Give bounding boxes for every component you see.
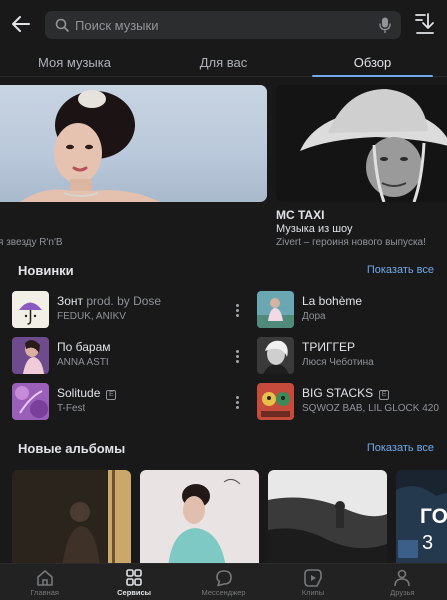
- new-albums-show-all-link[interactable]: Показать все: [367, 442, 434, 454]
- track-more-icon[interactable]: [232, 394, 242, 412]
- album-partial-cover-text: ГО: [420, 505, 447, 528]
- track-artist: SQWOZ BAB, LIL GLOCK 420: [302, 403, 439, 414]
- track-cover: [12, 337, 49, 374]
- track-item[interactable]: По барам ANNA ASTI: [12, 336, 222, 376]
- search-input[interactable]: [75, 11, 365, 39]
- home-icon: [36, 570, 53, 586]
- explicit-badge-icon: E: [106, 390, 117, 400]
- track-more-icon[interactable]: [232, 302, 242, 320]
- banner-carousel: я звезду R'n'B MC TAXI Музыка из шоу Ziv…: [0, 85, 447, 255]
- tab-overview[interactable]: Обзор: [298, 50, 447, 77]
- banner-mc-taxi-description: Zivert – героиня нового выпуска!: [276, 237, 426, 248]
- track-item[interactable]: ТРИГГЕР Люся Чеботина: [257, 336, 447, 376]
- clips-icon: [304, 569, 322, 587]
- friends-icon: [394, 569, 411, 587]
- banner-rnb-description: я звезду R'n'B: [0, 237, 63, 248]
- track-title: La bohème: [302, 294, 363, 308]
- new-releases-title: Новинки: [18, 263, 74, 278]
- banner-mc-taxi-title[interactable]: MC TAXI: [276, 208, 324, 222]
- album-cover[interactable]: [268, 470, 387, 567]
- bottom-navigation: Главная Сервисы Мессенджер Клипы Друзья: [0, 563, 447, 600]
- new-releases-show-all-link[interactable]: Показать все: [367, 264, 434, 276]
- track-title: Solitude E: [57, 386, 117, 400]
- track-cover: [12, 291, 49, 328]
- track-item[interactable]: La bohème Дора: [257, 290, 447, 330]
- nav-clips[interactable]: Клипы: [268, 564, 357, 600]
- nav-messenger-label: Мессенджер: [201, 588, 246, 597]
- banner-rnb-image[interactable]: [0, 85, 267, 202]
- track-title: Зонт prod. by Dose: [57, 294, 162, 308]
- banner-mc-taxi-subtitle: Музыка из шоу: [276, 223, 353, 235]
- nav-friends-label: Друзья: [390, 588, 415, 597]
- track-cover: [257, 383, 294, 420]
- download-icon[interactable]: [413, 12, 435, 36]
- nav-messenger[interactable]: Мессенджер: [179, 564, 268, 600]
- track-artist: ANNA ASTI: [57, 357, 109, 368]
- nav-friends[interactable]: Друзья: [358, 564, 447, 600]
- services-icon: [126, 569, 142, 586]
- track-item[interactable]: Зонт prod. by Dose FEDUK, ANIKV: [12, 290, 222, 330]
- track-cover: [257, 337, 294, 374]
- track-artist: FEDUK, ANIKV: [57, 311, 126, 322]
- tab-my-music[interactable]: Моя музыка: [0, 50, 149, 76]
- nav-clips-label: Клипы: [301, 588, 325, 597]
- nav-services-label: Сервисы: [117, 588, 152, 597]
- nav-home-label: Главная: [30, 588, 59, 597]
- header: [0, 0, 447, 50]
- microphone-icon[interactable]: [379, 17, 391, 33]
- album-cover[interactable]: [140, 470, 259, 567]
- track-cover: [12, 383, 49, 420]
- back-arrow-icon[interactable]: [10, 13, 32, 35]
- track-cover: [257, 291, 294, 328]
- new-albums-title: Новые альбомы: [18, 441, 126, 456]
- tab-bar: Моя музыка Для вас Обзор: [0, 50, 447, 77]
- track-item[interactable]: BIG STACKS E SQWOZ BAB, LIL GLOCK 420: [257, 382, 447, 422]
- track-title: По барам: [57, 340, 111, 354]
- album-cover[interactable]: [12, 470, 131, 567]
- track-artist: Люся Чеботина: [302, 357, 374, 368]
- track-artist: Дора: [302, 311, 326, 322]
- track-title: BIG STACKS E: [302, 386, 390, 400]
- album-partial-cover-number: 3: [422, 532, 434, 554]
- track-artist: T-Fest: [57, 403, 86, 414]
- messenger-icon: [215, 570, 232, 587]
- nav-services[interactable]: Сервисы: [89, 564, 178, 600]
- track-item[interactable]: Solitude E T-Fest: [12, 382, 222, 422]
- search-bar[interactable]: [45, 11, 401, 39]
- album-cover[interactable]: ГО 3: [396, 470, 447, 567]
- tab-for-you[interactable]: Для вас: [149, 50, 298, 76]
- banner-mc-taxi-image[interactable]: [276, 85, 447, 202]
- nav-home[interactable]: Главная: [0, 564, 89, 600]
- track-title: ТРИГГЕР: [302, 340, 355, 354]
- search-icon: [55, 18, 69, 32]
- explicit-badge-icon: E: [379, 390, 390, 400]
- track-more-icon[interactable]: [232, 348, 242, 366]
